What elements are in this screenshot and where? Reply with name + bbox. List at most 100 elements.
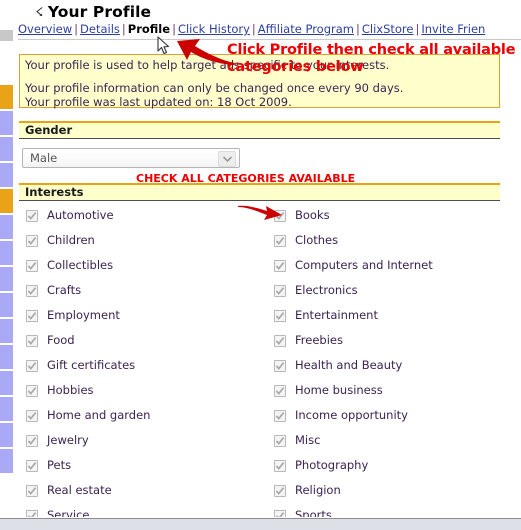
- gender-select[interactable]: Male: [22, 148, 240, 168]
- checkbox-children[interactable]: [26, 234, 38, 247]
- nav-item-affiliate-program[interactable]: Affiliate Program: [258, 22, 354, 36]
- nav-item-profile[interactable]: Profile: [128, 22, 170, 36]
- interest-label: Hobbies: [47, 383, 94, 397]
- gender-section-header: Gender: [19, 121, 500, 139]
- checkbox-religion[interactable]: [274, 484, 286, 497]
- checkbox-jewelry[interactable]: [26, 434, 38, 447]
- checkbox-hobbies[interactable]: [26, 384, 38, 397]
- interest-item[interactable]: Computers and Internet: [274, 253, 500, 278]
- interest-item[interactable]: Pets: [26, 453, 266, 478]
- chevron-down-icon[interactable]: [218, 151, 236, 167]
- checkbox-collectibles[interactable]: [26, 259, 38, 272]
- interest-label: Food: [47, 333, 75, 347]
- bottom-status-strip: [0, 518, 521, 530]
- left-strip-block-7[interactable]: [0, 241, 13, 265]
- nav-item-invite-frien[interactable]: Invite Frien: [421, 22, 485, 36]
- left-strip-block-4[interactable]: [0, 163, 13, 187]
- info-line-1: Your profile is used to help target ads …: [25, 58, 390, 72]
- interest-item[interactable]: Misc: [274, 428, 500, 453]
- info-line-3: Your profile was last updated on: 18 Oct…: [25, 95, 292, 109]
- interest-item[interactable]: Food: [26, 328, 266, 353]
- checkbox-pets[interactable]: [26, 459, 38, 472]
- checkbox-misc[interactable]: [274, 434, 286, 447]
- interest-label: Home business: [295, 383, 383, 397]
- interest-item[interactable]: Home and garden: [26, 403, 266, 428]
- checkbox-crafts[interactable]: [26, 284, 38, 297]
- interest-item[interactable]: Entertainment: [274, 303, 500, 328]
- interest-label: Jewelry: [47, 433, 89, 447]
- checkbox-electronics[interactable]: [274, 284, 286, 297]
- interest-label: Income opportunity: [295, 408, 408, 422]
- interest-item[interactable]: Home business: [274, 378, 500, 403]
- checkbox-health-and-beauty[interactable]: [274, 359, 286, 372]
- interest-item[interactable]: Hobbies: [26, 378, 266, 403]
- interests-checkbox-area: Automotive Children Collectibles Crafts Empl…: [19, 203, 500, 518]
- interest-item[interactable]: Income opportunity: [274, 403, 500, 428]
- nav-separator: |: [172, 22, 176, 36]
- interest-item[interactable]: Religion: [274, 478, 500, 503]
- checkbox-entertainment[interactable]: [274, 309, 286, 322]
- interest-label: Health and Beauty: [295, 358, 403, 372]
- interest-label: Pets: [47, 458, 72, 472]
- interest-item[interactable]: Real estate: [26, 478, 266, 503]
- nav-separator: |: [121, 22, 126, 36]
- nav-item-clixstore[interactable]: ClixStore: [362, 22, 414, 36]
- checkbox-books[interactable]: [274, 209, 286, 222]
- left-strip-block-5[interactable]: [0, 189, 13, 213]
- interest-item[interactable]: Crafts: [26, 278, 266, 303]
- interest-item[interactable]: Freebies: [274, 328, 500, 353]
- checkbox-automotive[interactable]: [26, 209, 38, 222]
- checkbox-photography[interactable]: [274, 459, 286, 472]
- left-strip-block-12[interactable]: [0, 371, 13, 395]
- left-strip-block-10[interactable]: [0, 319, 13, 343]
- interest-item[interactable]: Sports: [274, 503, 500, 518]
- checkbox-computers-and-internet[interactable]: [274, 259, 286, 272]
- left-strip-block-8[interactable]: [0, 267, 13, 291]
- page-title: Your Profile: [47, 3, 152, 21]
- page-title-row: ☇ Your Profile: [35, 2, 152, 22]
- checkbox-clothes[interactable]: [274, 234, 286, 247]
- interest-item[interactable]: Health and Beauty: [274, 353, 500, 378]
- checkbox-real-estate[interactable]: [26, 484, 38, 497]
- section-nav[interactable]: Overview | Details | Profile | Click History | A…: [18, 22, 521, 40]
- left-strip-block-15[interactable]: [0, 449, 13, 473]
- checkbox-income-opportunity[interactable]: [274, 409, 286, 422]
- interest-item[interactable]: Collectibles: [26, 253, 266, 278]
- left-strip-block-2[interactable]: [0, 111, 13, 135]
- checkbox-gift-certificates[interactable]: [26, 359, 38, 372]
- checkbox-food[interactable]: [26, 334, 38, 347]
- nav-item-details[interactable]: Details: [80, 22, 120, 36]
- interest-item[interactable]: Photography: [274, 453, 500, 478]
- interest-item[interactable]: Jewelry: [26, 428, 266, 453]
- nav-item-overview[interactable]: Overview: [18, 22, 72, 36]
- left-strip-block-14[interactable]: [0, 423, 13, 447]
- checkbox-home-and-garden[interactable]: [26, 409, 38, 422]
- interest-item[interactable]: Electronics: [274, 278, 500, 303]
- left-strip-block-9[interactable]: [0, 293, 13, 317]
- left-strip-block-0[interactable]: [0, 30, 13, 41]
- interest-label: Home and garden: [47, 408, 151, 422]
- interest-label: Real estate: [47, 483, 112, 497]
- interest-item[interactable]: Clothes: [274, 228, 500, 253]
- interest-item[interactable]: Books: [274, 203, 500, 228]
- interest-label: Religion: [295, 483, 341, 497]
- interest-item[interactable]: Employment: [26, 303, 266, 328]
- left-strip-block-13[interactable]: [0, 397, 13, 421]
- interest-label: Automotive: [47, 208, 114, 222]
- interest-item[interactable]: Children: [26, 228, 266, 253]
- nav-separator: |: [355, 22, 360, 36]
- interest-item[interactable]: Service: [26, 503, 266, 518]
- checkbox-employment[interactable]: [26, 309, 38, 322]
- interest-label: Photography: [295, 458, 369, 472]
- left-strip-block-11[interactable]: [0, 345, 13, 369]
- nav-item-click-history[interactable]: Click History: [178, 22, 250, 36]
- left-strip-block-3[interactable]: [0, 137, 13, 161]
- interest-item[interactable]: Automotive: [26, 203, 266, 228]
- chevron-double-down-icon: ☇: [35, 5, 44, 19]
- left-strip-block-6[interactable]: [0, 215, 13, 239]
- checkbox-freebies[interactable]: [274, 334, 286, 347]
- left-strip-block-1[interactable]: [0, 85, 13, 109]
- interest-label: Computers and Internet: [295, 258, 433, 272]
- interest-item[interactable]: Gift certificates: [26, 353, 266, 378]
- checkbox-home-business[interactable]: [274, 384, 286, 397]
